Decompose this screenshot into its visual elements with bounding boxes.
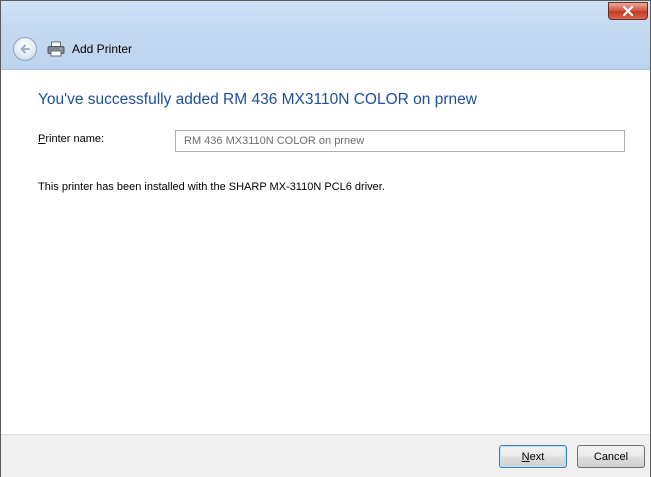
next-button-accelerator: N [521,450,530,463]
printer-icon [47,41,65,57]
title-bar: Add Printer [1,1,650,70]
button-bar: Next Cancel [1,434,650,477]
back-button[interactable] [13,37,37,61]
back-arrow-icon [20,44,30,54]
driver-info-text: This printer has been installed with the… [38,181,385,193]
printer-name-label: Printer name: [38,132,104,146]
page-heading: You've successfully added RM 436 MX3110N… [38,91,477,108]
window-title: Add Printer [72,42,133,56]
cancel-button[interactable]: Cancel [577,445,645,468]
wizard-content: You've successfully added RM 436 MX3110N… [1,70,650,434]
next-button[interactable]: Next [499,445,567,468]
add-printer-window: Add Printer You've successfully added RM… [0,0,651,477]
next-button-text: ext [529,450,545,463]
close-icon [622,6,634,16]
printer-name-field[interactable]: RM 436 MX3110N COLOR on prnew [175,130,625,152]
printer-name-label-text: rinter name: [45,133,105,145]
close-button[interactable] [608,2,648,20]
